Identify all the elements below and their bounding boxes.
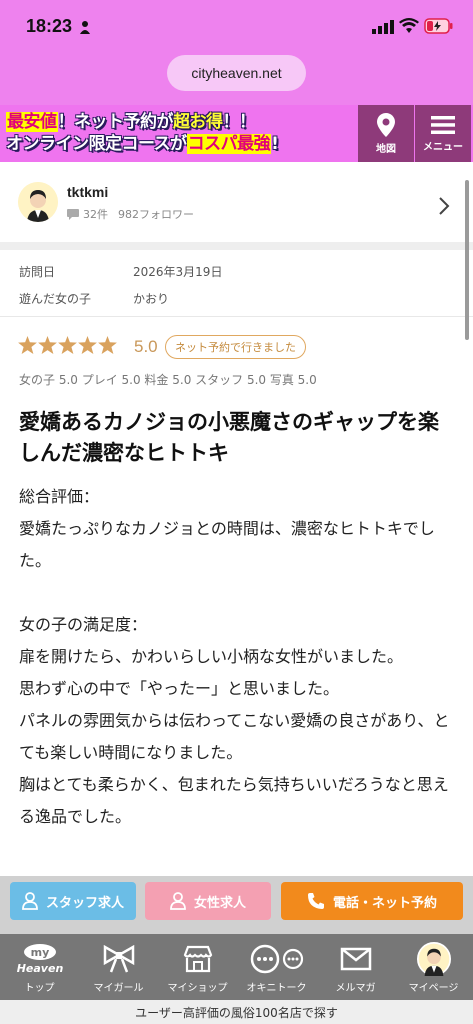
- person-icon: [80, 21, 90, 34]
- tab-okini-talk[interactable]: オキニトーク: [237, 934, 316, 1000]
- my-heaven-logo: my Heaven: [16, 942, 64, 976]
- staff-recruit-label: スタッフ求人: [45, 895, 124, 911]
- menu-button[interactable]: メニュー: [415, 105, 471, 162]
- tab-my-shop[interactable]: マイショップ: [158, 934, 237, 1000]
- scrollbar[interactable]: [465, 180, 469, 340]
- tab-label: オキニトーク: [246, 983, 307, 994]
- bottom-tab-bar: my Heaven トップ マイガール マイショップ オキニトーク メルマガ マ…: [0, 934, 473, 1000]
- comment-icon: [67, 208, 79, 220]
- section-divider: [0, 242, 473, 250]
- battery-icon: [424, 18, 453, 34]
- signal-icon: [372, 20, 394, 34]
- map-label: 地図: [376, 143, 396, 155]
- review-count: 32件: [83, 208, 108, 221]
- review-line: 女の子の満足度：: [19, 615, 148, 634]
- footer-link[interactable]: ユーザー高評価の風俗100名店で探す: [0, 1000, 473, 1024]
- tab-label: マイガール: [93, 983, 144, 994]
- tab-label: トップ: [24, 983, 55, 994]
- star-icon: [38, 336, 57, 354]
- star-icon: [18, 336, 37, 354]
- wifi-icon: [399, 18, 419, 33]
- chat-icon: [249, 942, 305, 976]
- sub-scores: 女の子 5.0 プレイ 5.0 料金 5.0 スタッフ 5.0 写真 5.0: [19, 373, 317, 387]
- star-icon: [98, 336, 117, 354]
- avatar-illustration: [18, 182, 58, 222]
- rating-score: 5.0: [134, 337, 158, 356]
- tab-my-page[interactable]: マイページ: [394, 934, 473, 1000]
- tab-label: マイショップ: [167, 983, 228, 994]
- visit-date-label: 訪問日: [19, 265, 56, 279]
- chevron-right-icon[interactable]: [438, 196, 450, 216]
- girl-recruit-button[interactable]: 女性求人: [145, 882, 271, 920]
- tab-label: メルマガ: [335, 983, 376, 994]
- logo-heaven: Heaven: [16, 962, 63, 975]
- reviewer-meta: 32件 982フォロワー: [67, 206, 194, 222]
- review-line: 総合評価：: [19, 487, 100, 506]
- star-rating: [18, 336, 117, 354]
- staff-recruit-button[interactable]: スタッフ求人: [10, 882, 136, 920]
- promo-exclaim: ！！: [222, 112, 257, 132]
- promo-line-1: 最安値！ネット予約が超お得！！: [6, 111, 358, 133]
- review-body: 総合評価： 愛嬌たっぷりなカノジョとの時間は、濃密なヒトトキでした。 女の子の満…: [19, 481, 459, 833]
- person-outline-icon: [22, 892, 38, 910]
- review-line: [19, 577, 459, 609]
- status-bar: 18:23: [0, 0, 473, 50]
- mail-icon: [340, 942, 372, 976]
- reviewer-row[interactable]: tktkmi 32件 982フォロワー: [0, 176, 473, 236]
- tab-top[interactable]: my Heaven トップ: [0, 934, 79, 1000]
- hamburger-icon: [431, 115, 455, 134]
- promo-cheapest: 最安値: [6, 112, 58, 132]
- map-button[interactable]: 地図: [358, 105, 414, 162]
- phone-icon: [307, 893, 324, 909]
- promo-good-deal: 超お得: [173, 112, 223, 132]
- call-reserve-button[interactable]: 電話・ネット予約: [281, 882, 463, 920]
- reviewer-name[interactable]: tktkmi: [67, 184, 108, 200]
- browser-header: 18:23 cityheaven.net: [0, 0, 473, 105]
- tab-mail-magazine[interactable]: メルマガ: [316, 934, 395, 1000]
- promo-best-value: コスパ最強: [186, 134, 272, 154]
- avatar-icon: [416, 942, 451, 976]
- review-line: 扉を開けたら、かわいらしい小柄な女性がいました。: [19, 647, 404, 666]
- person-outline-icon: [170, 892, 186, 910]
- reviewer-avatar[interactable]: [18, 182, 58, 222]
- menu-label: メニュー: [423, 141, 463, 153]
- girl-recruit-label: 女性求人: [193, 895, 246, 911]
- promo-line-2: オンライン限定コースがコスパ最強!: [6, 133, 358, 155]
- logo-my: my: [30, 946, 49, 959]
- status-time: 18:23: [26, 16, 73, 36]
- url-bar[interactable]: cityheaven.net: [167, 55, 306, 91]
- star-icon: [78, 336, 97, 354]
- action-bar: スタッフ求人 女性求人 電話・ネット予約: [0, 876, 473, 934]
- review-line: 胸はとても柔らかく、包まれたら気持ちいいだろうなと思える逸品でした。: [19, 775, 449, 826]
- ribbon-icon: [103, 942, 135, 976]
- promo-text[interactable]: 最安値！ネット予約が超お得！！ オンライン限定コースがコスパ最強!: [0, 105, 358, 162]
- follower-count: 982フォロワー: [118, 208, 194, 221]
- tab-my-girl[interactable]: マイガール: [79, 934, 158, 1000]
- star-icon: [58, 336, 77, 354]
- review-line: 愛嬌たっぷりなカノジョとの時間は、濃密なヒトトキでした。: [19, 519, 435, 570]
- girl-name[interactable]: かおり: [133, 290, 169, 307]
- info-divider: [0, 316, 473, 317]
- promo-net-text: ！ネット予約が: [57, 112, 174, 132]
- tab-label: マイページ: [408, 983, 459, 994]
- promo-banner[interactable]: 最安値！ネット予約が超お得！！ オンライン限定コースがコスパ最強! 地図 メニュ…: [0, 105, 473, 162]
- review-line: 思わず心の中で「やったー」と思いました。: [19, 679, 340, 698]
- promo-online-text: オンライン限定コースが: [6, 134, 187, 154]
- review-line: パネルの雰囲気からは伝わってこない愛嬌の良さがあり、とても楽しい時間になりました…: [19, 711, 450, 762]
- net-reservation-badge: ネット予約で行きました: [165, 335, 306, 359]
- map-pin-icon: [377, 112, 395, 137]
- call-reserve-label: 電話・ネット予約: [332, 895, 437, 911]
- shop-icon: [183, 942, 213, 976]
- promo-exclaim-2: !: [271, 134, 279, 154]
- visit-date-value: 2026年3月19日: [133, 265, 223, 279]
- review-title: 愛嬌あるカノジョの小悪魔さのギャップを楽しんだ濃密なヒトトキ: [19, 410, 439, 465]
- girl-label: 遊んだ女の子: [19, 292, 92, 306]
